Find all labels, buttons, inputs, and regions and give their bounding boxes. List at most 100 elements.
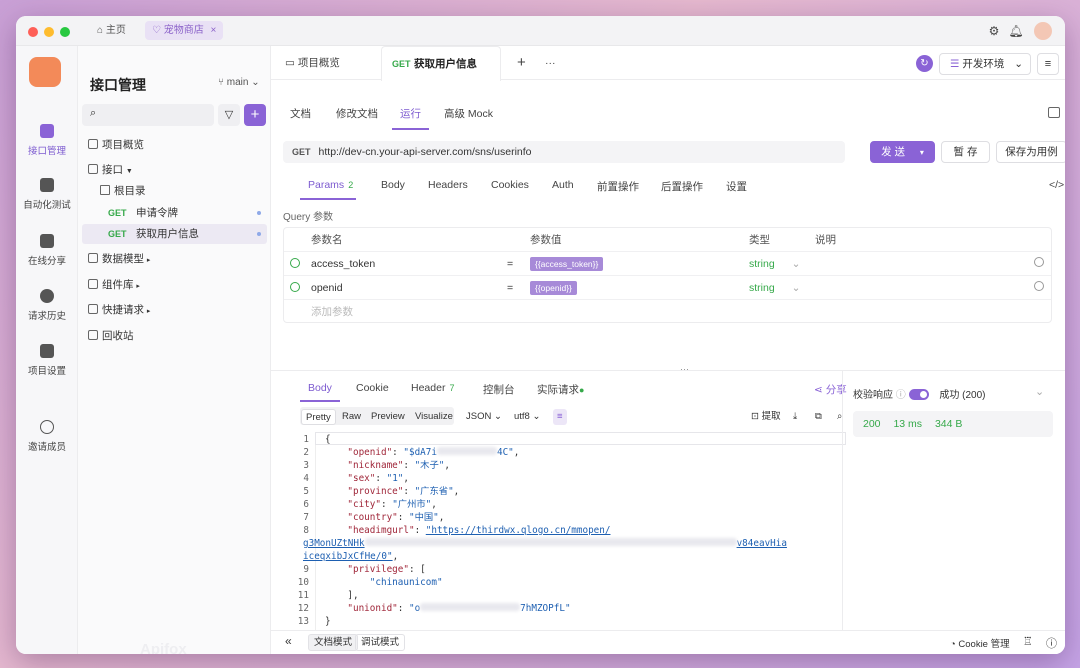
tab-settings[interactable]: 设置 <box>726 179 747 194</box>
code-icon[interactable]: </> <box>1049 179 1064 191</box>
param-value-cell[interactable]: {{openid}} <box>530 276 577 300</box>
format-raw[interactable]: Raw <box>338 409 365 425</box>
refresh-icon[interactable]: ↻ <box>916 55 933 72</box>
resp-tab-header[interactable]: Header 7 <box>411 382 454 394</box>
response-body-code[interactable]: 1{ 2 "openid": "$dA7i 4C", 3 "nickname": … <box>283 432 846 634</box>
new-tab-button[interactable]: + <box>507 46 536 80</box>
subtab-mock[interactable]: 高级 Mock <box>444 106 493 121</box>
resp-tab-cookie[interactable]: Cookie <box>356 382 389 394</box>
tree-item-root[interactable]: 根目录 <box>82 181 267 201</box>
enabled-checkbox[interactable] <box>290 252 300 276</box>
encoding-select[interactable]: utf8 ⌄ <box>510 409 544 425</box>
add-button[interactable]: + <box>244 104 266 126</box>
collapse-sidebar-icon[interactable]: « <box>285 634 292 648</box>
extract-button[interactable]: ⊡ 提取 <box>747 409 785 425</box>
close-tab-icon[interactable]: × <box>211 25 217 36</box>
tab-body[interactable]: Body <box>381 179 405 191</box>
format-pretty[interactable]: Pretty <box>301 409 336 425</box>
shirt-icon[interactable]: ♖ <box>1023 635 1033 648</box>
toggle-panel-icon[interactable] <box>1048 107 1060 118</box>
table-header: 参数名 参数值 类型 说明 <box>284 228 1051 252</box>
param-value-cell[interactable]: {{access_token}} <box>530 252 604 276</box>
menu-icon[interactable]: ≡ <box>1037 53 1059 75</box>
doc-mode-button[interactable]: 文档模式 <box>308 634 359 651</box>
validate-toggle[interactable] <box>908 389 929 400</box>
tab-params[interactable]: Params 2 <box>308 179 353 191</box>
avatar[interactable] <box>1034 22 1052 40</box>
more-tabs-icon[interactable]: ··· <box>535 46 566 80</box>
wrap-icon[interactable]: ≡ <box>553 409 567 425</box>
remove-param-icon[interactable] <box>1034 276 1044 300</box>
cookie-manager-button[interactable]: ◔ Cookie 管理 <box>950 636 1010 650</box>
rail-automation[interactable]: 自动化测试 <box>16 178 78 211</box>
automation-icon <box>40 178 54 192</box>
response-stats: 200 13 ms 344 B <box>853 411 1053 437</box>
json-select[interactable]: JSON ⌄ <box>462 409 506 425</box>
tab-home[interactable]: ⌂ 主页 <box>90 21 133 40</box>
close-window-button[interactable] <box>28 27 38 37</box>
redacted-value <box>436 447 497 455</box>
url-input[interactable]: GET http://dev-cn.your-api-server.com/sns… <box>283 141 845 163</box>
chevron-down-icon: ⌄ <box>791 282 801 294</box>
tree-item-quick-request[interactable]: 快捷请求 ▸ <box>82 300 267 320</box>
tree-item-trash[interactable]: 回收站 <box>82 326 267 346</box>
rail-project-settings[interactable]: 项目设置 <box>16 344 78 377</box>
help-icon[interactable]: ⓘ <box>896 390 906 401</box>
resp-tab-body[interactable]: Body <box>308 382 332 394</box>
main-panel: ▭ 项目概览 GET 获取用户信息 + ··· ↻ ☰ 开发环境 ⌄ ≡ 文档 修… <box>271 46 1065 654</box>
doc-tab-userinfo[interactable]: GET 获取用户信息 <box>381 46 501 81</box>
param-name-cell[interactable]: openid <box>311 276 343 300</box>
status-dot <box>257 232 261 236</box>
subtab-run[interactable]: 运行 <box>400 106 421 121</box>
save-as-case-button[interactable]: 保存为用例 <box>996 141 1065 163</box>
drag-handle-icon[interactable]: ··· <box>680 364 689 374</box>
tree-item-components[interactable]: 组件库 ▸ <box>82 275 267 295</box>
tree-item-endpoint-token[interactable]: GET 申请令牌 <box>82 203 267 223</box>
tab-pre-ops[interactable]: 前置操作 <box>597 179 639 194</box>
remove-param-icon[interactable] <box>1034 252 1044 276</box>
environment-select[interactable]: ☰ 开发环境 ⌄ <box>939 53 1031 75</box>
debug-mode-button[interactable]: 调试模式 <box>355 634 406 651</box>
rail-history[interactable]: 请求历史 <box>16 289 78 322</box>
maximize-window-button[interactable] <box>60 27 70 37</box>
doc-tab-overview[interactable]: ▭ 项目概览 <box>275 46 350 80</box>
tree-item-overview[interactable]: 项目概览 <box>82 135 267 155</box>
format-preview[interactable]: Preview <box>367 409 409 425</box>
tree-item-models[interactable]: 数据模型 ▸ <box>82 249 267 269</box>
tab-cookies[interactable]: Cookies <box>491 179 529 191</box>
send-button[interactable]: 发 送 ▾ <box>870 141 935 163</box>
chevron-down-icon[interactable]: ⌄ <box>1035 385 1044 398</box>
tree-item-api[interactable]: 接口 ▼ <box>82 160 267 180</box>
param-name-cell[interactable]: access_token <box>311 252 375 276</box>
rail-invite[interactable]: 邀请成员 <box>16 420 78 453</box>
format-visualize[interactable]: Visualize <box>411 409 457 425</box>
tree-item-endpoint-userinfo[interactable]: GET 获取用户信息 <box>82 224 267 244</box>
enabled-checkbox[interactable] <box>290 276 300 300</box>
bell-icon[interactable]: 🔔︎ <box>1008 23 1024 39</box>
rail-api-management[interactable]: 接口管理 <box>16 124 78 157</box>
minimize-window-button[interactable] <box>44 27 54 37</box>
download-icon[interactable]: ⤓ <box>789 409 801 425</box>
tab-pet-store[interactable]: ♡ 宠物商店 × <box>145 21 224 40</box>
param-type-select[interactable]: string ⌄ <box>749 276 800 300</box>
branch-selector[interactable]: ⑂ main ⌄ <box>218 77 260 88</box>
validation-panel: 校验响应 ⓘ 成功 (200) ⌄ 200 13 ms 344 B <box>842 370 1065 640</box>
filter-button[interactable]: ▽ <box>218 104 240 126</box>
sidebar-search-input[interactable]: ⌕ <box>82 104 214 126</box>
tab-post-ops[interactable]: 后置操作 <box>661 179 703 194</box>
resp-tab-actual-request[interactable]: 实际请求● <box>537 382 584 397</box>
resp-tab-console[interactable]: 控制台 <box>483 382 515 397</box>
save-button[interactable]: 暂 存 <box>941 141 990 163</box>
validation-status-select[interactable]: 成功 (200) <box>939 390 985 401</box>
share-icon: ⋖ <box>814 384 823 396</box>
settings-icon[interactable]: ⚙ <box>986 23 1002 39</box>
subtab-edit-doc[interactable]: 修改文档 <box>336 106 378 121</box>
add-param-row[interactable]: 添加参数 <box>284 300 1051 324</box>
copy-icon[interactable]: ⧉ <box>811 409 826 425</box>
subtab-doc[interactable]: 文档 <box>290 106 311 121</box>
rail-share[interactable]: 在线分享 <box>16 234 78 267</box>
tab-auth[interactable]: Auth <box>552 179 574 191</box>
param-type-select[interactable]: string ⌄ <box>749 252 800 276</box>
tab-headers[interactable]: Headers <box>428 179 468 191</box>
help-icon[interactable]: ⓘ <box>1046 635 1057 651</box>
